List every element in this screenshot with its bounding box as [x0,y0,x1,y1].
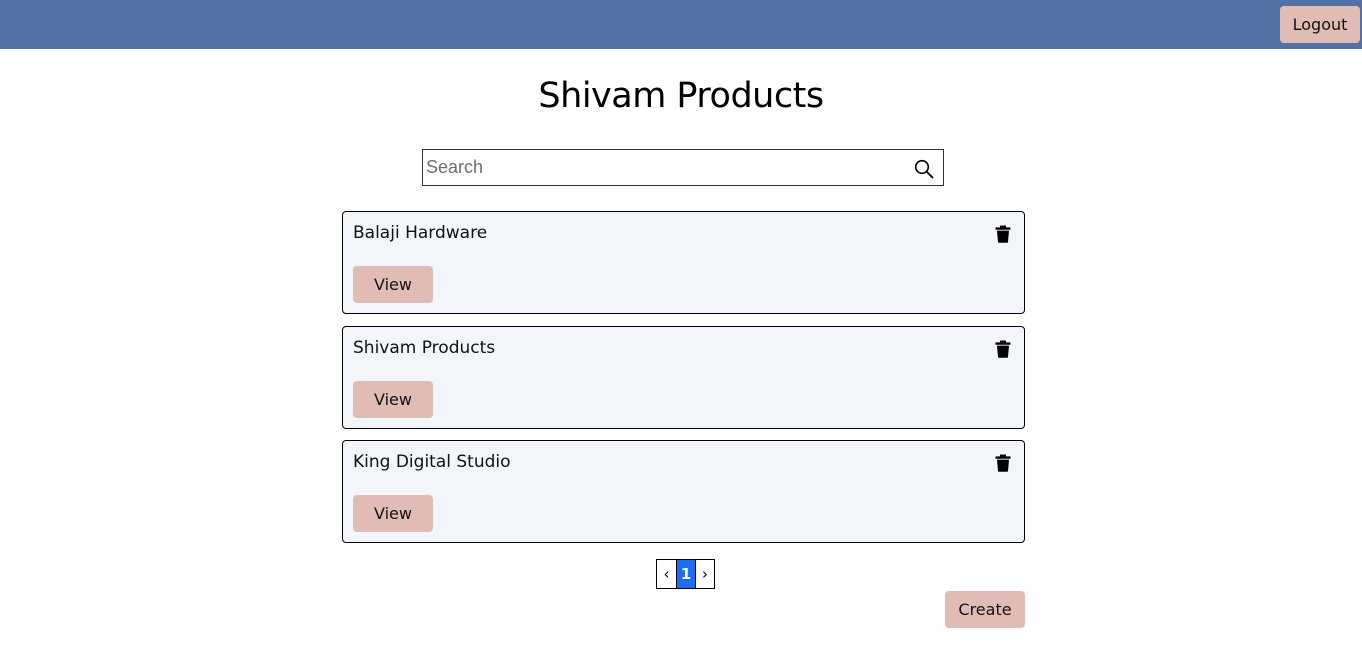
logout-button[interactable]: Logout [1280,6,1360,43]
pagination: ‹ 1 › [656,559,715,589]
search-input[interactable] [426,152,906,183]
store-card: Shivam Products View [342,326,1025,429]
page-title: Shivam Products [538,76,824,116]
next-page-button[interactable]: › [695,560,714,588]
trash-icon[interactable] [995,225,1011,243]
store-name: Balaji Hardware [353,223,488,243]
view-button[interactable]: View [353,381,433,418]
view-button[interactable]: View [353,266,433,303]
store-name: King Digital Studio [353,452,511,472]
search-box [422,149,944,186]
store-card: Balaji Hardware View [342,211,1025,314]
create-button[interactable]: Create [945,591,1025,628]
trash-icon[interactable] [995,454,1011,472]
page-button-current[interactable]: 1 [676,560,695,588]
store-name: Shivam Products [353,338,496,358]
trash-icon[interactable] [995,340,1011,358]
prev-page-button[interactable]: ‹ [657,560,676,588]
top-bar: Logout [0,0,1362,49]
search-icon[interactable] [914,159,934,179]
view-button[interactable]: View [353,495,433,532]
store-card: King Digital Studio View [342,440,1025,543]
